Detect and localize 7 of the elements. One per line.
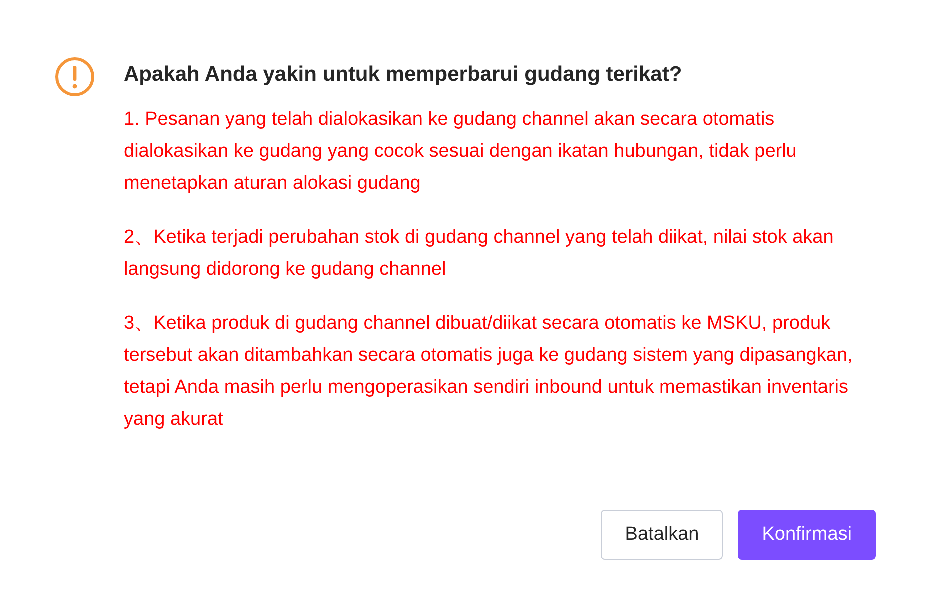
dialog-title: Apakah Anda yakin untuk memperbarui gudang terikat? (124, 62, 684, 88)
notice-paragraph: 1. Pesanan yang telah dialokasikan ke gudang channel akan secara otomatis dialokasikan ke gudang yang cocok sesuai dengan ikatan hubungan, tidak perlu menetapkan aturan alokasi gudang (124, 108, 798, 196)
cancel-button[interactable]: Batalkan (601, 510, 724, 560)
notice-paragraph: 3、Ketika produk di gudang channel dibuat/diikat secara otomatis ke MSKU, produk tersebut akan ditambahkan secara otomatis juga ke gudang sistem yang dipasangkan, tetapi Anda masih perlu mengoperasikan sendiri inbound untuk memastikan inventaris yang akurat (124, 312, 854, 432)
notice-paragraph: 2、Ketika terjadi perubahan stok di gudang channel yang telah diikat, nilai stok akan langsung didorong ke gudang channel (124, 226, 835, 282)
confirm-button[interactable]: Konfirmasi (738, 510, 876, 560)
warning-icon (55, 57, 95, 97)
